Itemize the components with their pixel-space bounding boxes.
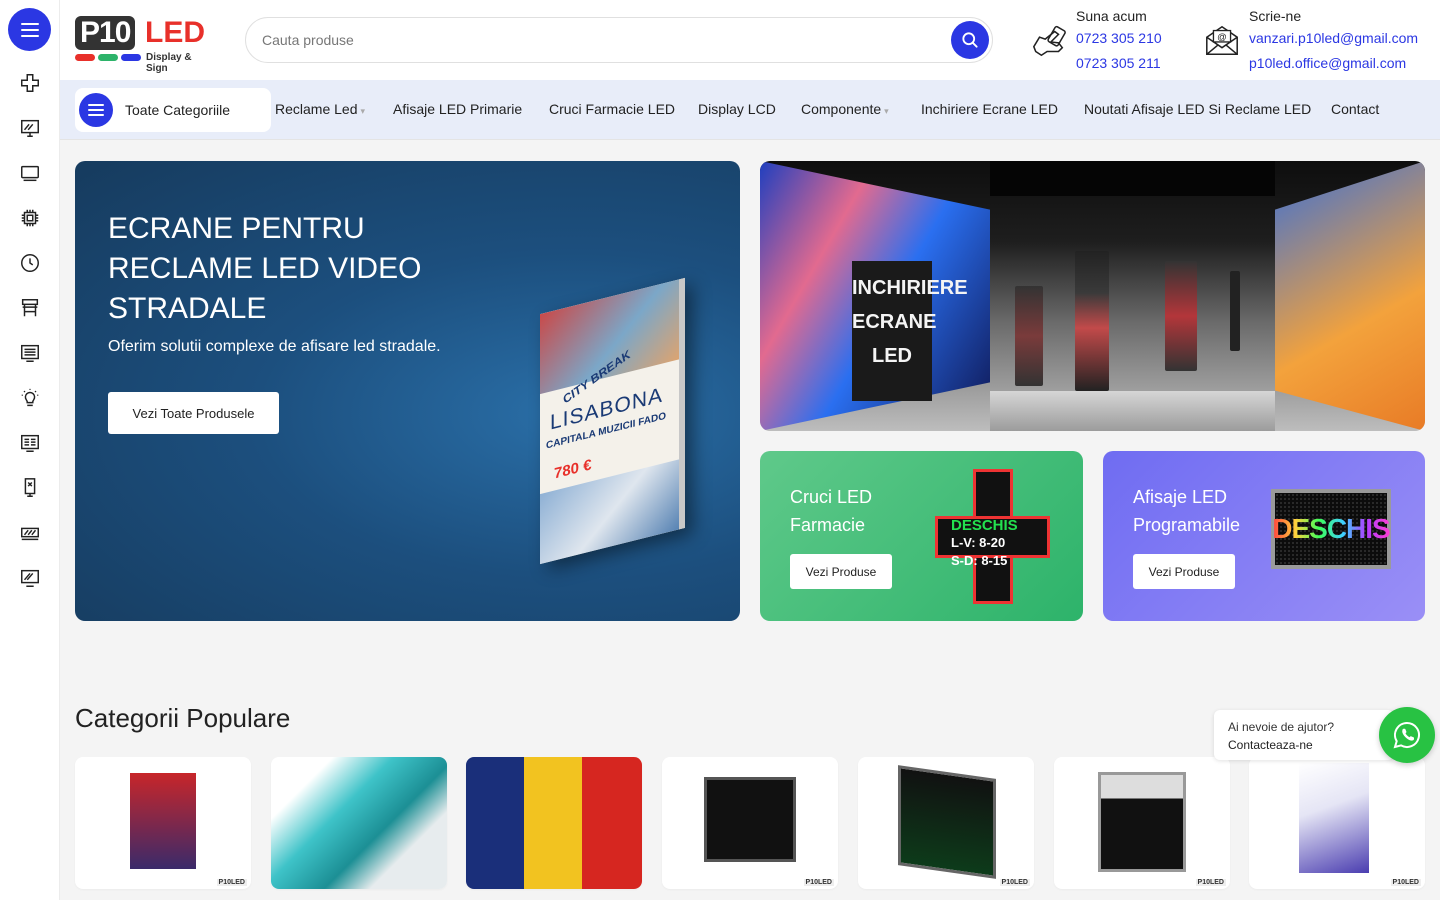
nav-item-inchiriere[interactable]: Inchiriere Ecrane LED [921, 101, 1058, 117]
nav-item-afisaje-primarie[interactable]: Afisaje LED Primarie [393, 101, 522, 117]
svg-text:@: @ [1217, 32, 1227, 43]
call-block: Suna acum 0723 305 210 0723 305 211 [1030, 0, 1180, 80]
monitor-icon[interactable] [18, 116, 42, 140]
promo-title: Afisaje LED Programabile [1133, 487, 1241, 535]
nav-item-cruci-farmacie[interactable]: Cruci Farmacie LED [549, 101, 675, 117]
logo-p10-text: P10 [75, 16, 136, 50]
help-question: Ai nevoie de ajutor? [1228, 720, 1335, 734]
category-card[interactable]: P10LED [1249, 757, 1425, 889]
lisbon-poster-image: CITY BREAK LISABONA CAPITALA MUZICII FAD… [540, 277, 685, 565]
whatsapp-help-bubble[interactable]: Ai nevoie de ajutor? Contacteaza-ne [1214, 710, 1394, 760]
chevron-down-icon: ▾ [360, 106, 366, 116]
nav-item-componente[interactable]: Componente ▾ [801, 101, 889, 117]
menu-button[interactable] [8, 8, 51, 51]
category-card[interactable]: P10LED [75, 757, 251, 889]
search-input[interactable] [262, 18, 942, 62]
led-strip-icon[interactable] [18, 521, 42, 545]
mail-icon: @ [1206, 25, 1238, 56]
view-all-products-button[interactable]: Vezi Toate Produsele [108, 392, 279, 434]
panel-icon[interactable] [18, 431, 42, 455]
email-title: Scrie-ne [1249, 8, 1302, 24]
email-block: @ Scrie-ne vanzari.p10led@gmail.com p10l… [1203, 0, 1433, 80]
whatsapp-icon [1393, 721, 1420, 749]
category-card[interactable] [271, 757, 447, 889]
hero-subtitle: Oferim solutii complexe de afisare led s… [108, 338, 441, 355]
search-button[interactable] [951, 21, 989, 59]
category-card[interactable]: P10LED [858, 757, 1034, 889]
category-card[interactable] [466, 757, 642, 889]
message-board-icon[interactable] [18, 341, 42, 365]
logo-led-text: LED [145, 16, 205, 49]
main-nav: Toate Categoriile Reclame Led ▾ Afisaje L… [60, 80, 1440, 140]
view-products-button[interactable]: Vezi Produse [1133, 554, 1235, 589]
view-products-button[interactable]: Vezi Produse [790, 554, 892, 589]
showroom-image[interactable]: INCHIRIERE ECRANE LED [760, 161, 1425, 431]
help-cta: Contacteaza-ne [1228, 738, 1313, 752]
search-bar [245, 17, 993, 63]
hero-title: ECRANE PENTRU RECLAME LED VIDEO STRADALE [108, 212, 422, 325]
bulb-icon[interactable] [18, 386, 42, 410]
menu-icon [20, 22, 39, 37]
email-link-2[interactable]: p10led.office@gmail.com [1249, 55, 1406, 71]
stand-icon[interactable] [18, 296, 42, 320]
left-rail [0, 0, 60, 900]
pharmacy-cross-image: DESCHIS L-V: 8-20 S-D: 8-15 [935, 469, 1050, 604]
logo-tagline: Display & Sign [146, 52, 192, 74]
phone-link-2[interactable]: 0723 305 211 [1076, 55, 1161, 71]
nav-item-contact[interactable]: Contact [1331, 101, 1379, 117]
inchiriere-sign: INCHIRIERE ECRANE LED [852, 261, 968, 401]
screen-icon[interactable] [18, 566, 42, 590]
nav-item-noutati[interactable]: Noutati Afisaje LED Si Reclame LED [1084, 101, 1311, 117]
all-categories-label: Toate Categoriile [125, 102, 231, 118]
promo-cruci-farmacie: Cruci LED Farmacie Vezi Produse DESCHIS … [760, 451, 1083, 621]
site-logo[interactable]: P10 LED Display & Sign [75, 16, 207, 74]
nav-item-reclame-led[interactable]: Reclame Led ▾ [275, 101, 365, 117]
cross-icon[interactable] [18, 71, 42, 95]
whatsapp-button[interactable] [1379, 707, 1435, 763]
led-sign-image: DESCHIS [1271, 489, 1391, 569]
email-link-1[interactable]: vanzari.p10led@gmail.com [1249, 30, 1418, 46]
chip-icon[interactable] [18, 206, 42, 230]
clock-icon[interactable] [18, 251, 42, 275]
menu-icon [79, 93, 113, 127]
category-card[interactable]: P10LED [1054, 757, 1230, 889]
popular-categories-title: Categorii Populare [75, 703, 291, 733]
phone-link-1[interactable]: 0723 305 210 [1076, 30, 1162, 46]
call-title: Suna acum [1076, 8, 1147, 24]
display-icon[interactable] [18, 161, 42, 185]
hero-banner: ECRANE PENTRU RECLAME LED VIDEO STRADALE… [75, 161, 740, 621]
promo-afisaje-programabile: Afisaje LED Programabile Vezi Produse DE… [1103, 451, 1425, 621]
promo-title: Cruci LED Farmacie [790, 487, 873, 535]
chevron-down-icon: ▾ [884, 106, 889, 116]
phone-hand-icon [1032, 25, 1066, 57]
search-icon [962, 32, 978, 48]
nav-item-display-lcd[interactable]: Display LCD [698, 101, 776, 117]
logo-dots [75, 54, 141, 61]
all-categories-button[interactable]: Toate Categoriile [75, 88, 271, 132]
totem-icon[interactable] [18, 476, 42, 500]
header: P10 LED Display & Sign Suna acum 0723 30… [60, 0, 1440, 80]
category-card[interactable]: P10LED [662, 757, 838, 889]
